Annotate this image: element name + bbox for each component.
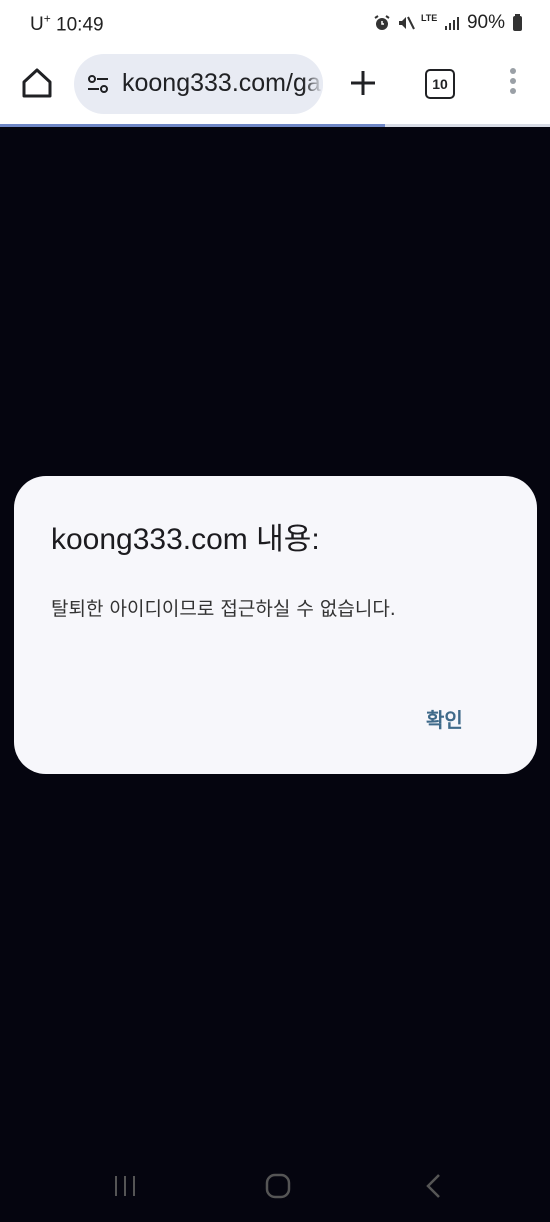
ok-button[interactable]: 확인: [418, 700, 471, 737]
battery-icon: [513, 13, 522, 31]
signal-icon: [443, 14, 461, 32]
tune-icon[interactable]: [86, 72, 110, 96]
dialog-title: koong333.com 내용:: [51, 523, 320, 556]
progress-fill: [0, 124, 385, 127]
status-bar: U+ 10:49 LTE 90%: [0, 0, 550, 50]
mute-icon: [397, 14, 415, 32]
browser-chrome: U+ 10:49 LTE 90% koong333.com/ga 10: [0, 0, 550, 126]
network-type: LTE: [420, 13, 438, 23]
address-bar[interactable]: koong333.com/ga: [74, 54, 323, 114]
alarm-icon: [373, 14, 391, 32]
tab-switcher-icon[interactable]: 10: [425, 69, 455, 99]
dialog-message: 탈퇴한 아이디이므로 접근하실 수 없습니다.: [51, 598, 396, 620]
alert-dialog: koong333.com 내용: 탈퇴한 아이디이므로 접근하실 수 없습니다.…: [14, 476, 537, 774]
back-icon[interactable]: [424, 1172, 442, 1200]
nav-home-icon[interactable]: [265, 1173, 291, 1199]
plus-icon[interactable]: [348, 68, 378, 98]
home-icon[interactable]: [18, 64, 56, 102]
carrier-label: U+: [30, 12, 51, 36]
recent-apps-icon[interactable]: [112, 1174, 138, 1198]
page-load-progress: [0, 124, 550, 127]
url-text[interactable]: koong333.com/ga: [122, 69, 321, 98]
system-nav-bar: [0, 1150, 550, 1222]
more-vert-icon[interactable]: [503, 68, 523, 98]
battery-percent: 90%: [466, 12, 505, 33]
browser-toolbar: koong333.com/ga 10: [0, 50, 550, 122]
clock-time: 10:49: [56, 14, 104, 36]
